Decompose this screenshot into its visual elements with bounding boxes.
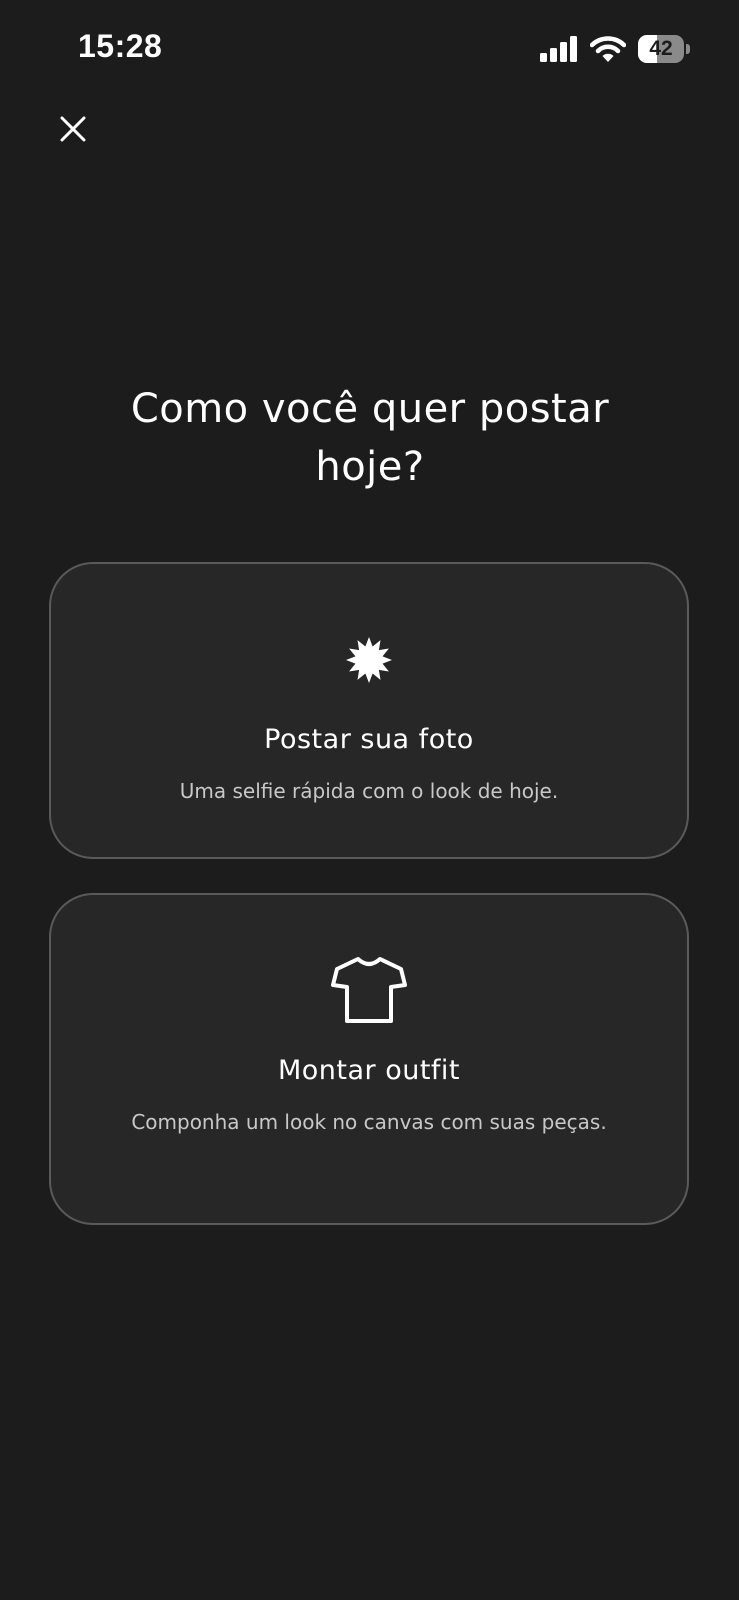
- tshirt-icon: [331, 957, 407, 1023]
- page-title-line-2: hoje?: [315, 444, 425, 490]
- wifi-icon: [590, 36, 626, 62]
- post-photo-title: Postar sua foto: [264, 724, 474, 755]
- page-title: Como você quer postar hoje?: [60, 380, 680, 496]
- battery-icon: 42: [638, 35, 690, 63]
- close-icon: [60, 116, 86, 142]
- build-outfit-option[interactable]: Montar outfit Componha um look no canvas…: [49, 893, 689, 1225]
- status-bar: 15:28 42: [0, 0, 739, 100]
- battery-level: 42: [649, 37, 673, 60]
- status-time: 15:28: [78, 28, 163, 64]
- build-outfit-description: Componha um look no canvas com suas peça…: [131, 1110, 607, 1134]
- build-outfit-title: Montar outfit: [277, 1055, 461, 1086]
- post-photo-option[interactable]: Postar sua foto Uma selfie rápida com o …: [49, 562, 689, 859]
- sparkle-badge-icon: [346, 637, 392, 683]
- page-title-line-1: Como você quer postar: [130, 386, 610, 432]
- post-photo-description: Uma selfie rápida com o look de hoje.: [179, 779, 559, 803]
- cellular-signal-icon: [540, 36, 577, 62]
- close-button[interactable]: [50, 106, 96, 152]
